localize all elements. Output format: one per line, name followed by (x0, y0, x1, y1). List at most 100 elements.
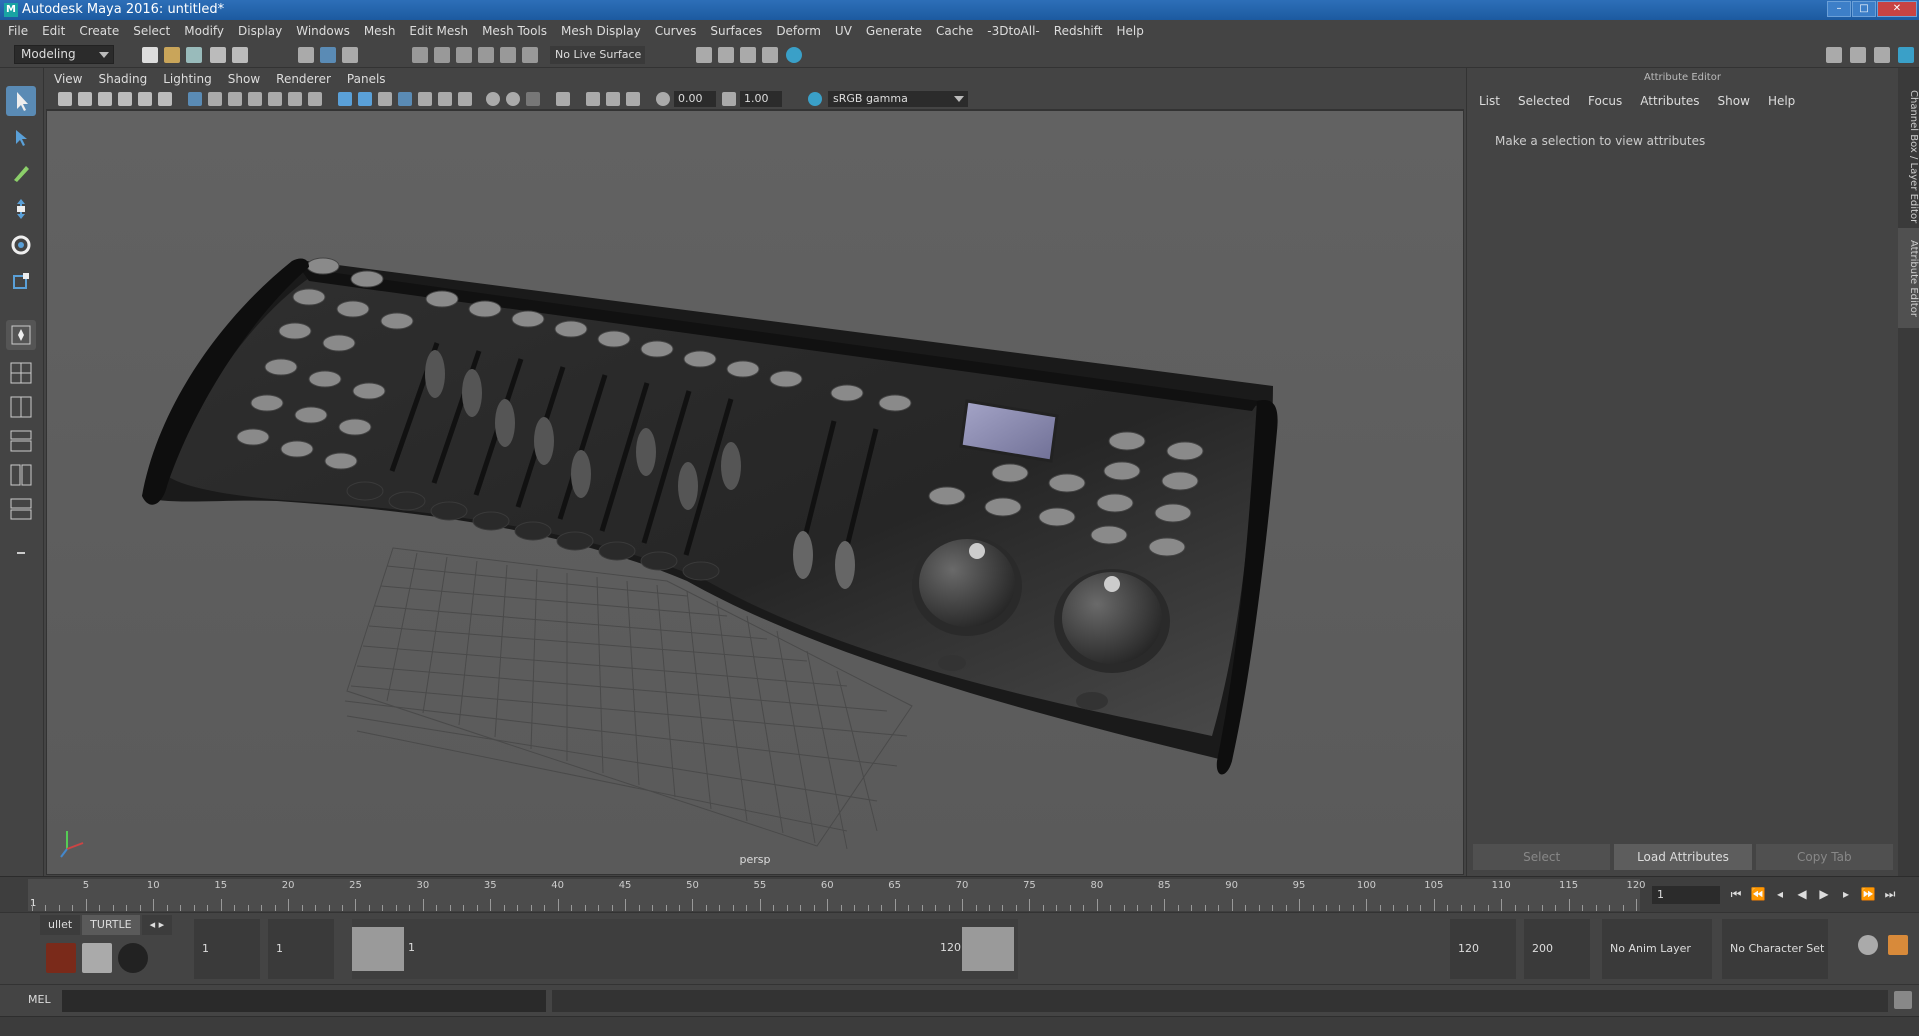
gate-mask-icon[interactable] (248, 92, 262, 106)
shelf-tab-turtle[interactable]: TURTLE (82, 915, 140, 935)
viewport-menu-lighting[interactable]: Lighting (163, 72, 212, 86)
rotate-tool-icon[interactable] (6, 230, 36, 260)
field-chart-icon[interactable] (268, 92, 282, 106)
go-to-start-icon[interactable]: ⏮ (1728, 886, 1744, 902)
sphere-icon[interactable] (118, 943, 148, 973)
snap-grid-icon[interactable] (412, 47, 428, 63)
animation-end-field[interactable]: 200 (1524, 919, 1590, 979)
live-surface-field[interactable]: No Live Surface (550, 46, 645, 64)
film-gate-icon[interactable] (208, 92, 222, 106)
menu-generate[interactable]: Generate (866, 24, 930, 38)
menu-mesh-tools[interactable]: Mesh Tools (482, 24, 555, 38)
fire-effect-icon[interactable] (46, 943, 76, 973)
shelf-scroll-icon[interactable]: ◂ ▸ (141, 915, 173, 935)
shadows-icon[interactable] (458, 92, 472, 106)
render-frame-icon[interactable] (718, 47, 734, 63)
command-language-label[interactable]: MEL (28, 993, 51, 1006)
layout-single-icon[interactable] (6, 358, 36, 388)
motion-blur-icon[interactable] (506, 92, 520, 106)
menu-file[interactable]: File (8, 24, 36, 38)
ae-menu-selected[interactable]: Selected (1518, 94, 1570, 108)
color-management-icon[interactable] (808, 92, 822, 106)
layout-graph-icon[interactable] (6, 460, 36, 490)
viewport-menu-show[interactable]: Show (228, 72, 260, 86)
anti-aliasing-icon[interactable] (526, 92, 540, 106)
default-material-icon[interactable] (378, 92, 392, 106)
ae-menu-attributes[interactable]: Attributes (1640, 94, 1699, 108)
ae-menu-list[interactable]: List (1479, 94, 1500, 108)
render-settings-icon[interactable] (762, 47, 778, 63)
animation-start-field[interactable]: 1 (194, 919, 260, 979)
playback-start-field[interactable]: 1 (268, 919, 334, 979)
image-plane-icon[interactable] (118, 92, 132, 106)
playback-end-field[interactable]: 120 (1450, 919, 1516, 979)
menu-help[interactable]: Help (1116, 24, 1151, 38)
tool-settings-icon[interactable] (1874, 47, 1890, 63)
attribute-editor-toggle-icon[interactable] (1850, 47, 1866, 63)
viewport-menu-shading[interactable]: Shading (98, 72, 147, 86)
open-scene-icon[interactable] (164, 47, 180, 63)
xray-joints-icon[interactable] (606, 92, 620, 106)
select-tool-icon[interactable] (6, 86, 36, 116)
channel-box-tab[interactable]: Channel Box / Layer Editor (1898, 82, 1919, 232)
save-scene-icon[interactable] (186, 47, 202, 63)
viewport-menu-panels[interactable]: Panels (347, 72, 386, 86)
menu-modify[interactable]: Modify (184, 24, 232, 38)
select-object-icon[interactable] (320, 47, 336, 63)
time-slider-track[interactable]: 1 5 10 15 20 25 30 35 40 45 50 55 60 65 70 75 80 85 90 95 1… (28, 879, 1646, 911)
paint-select-tool-icon[interactable] (6, 158, 36, 188)
textured-icon[interactable] (418, 92, 432, 106)
menu-cache[interactable]: Cache (936, 24, 981, 38)
ipr-render-icon[interactable] (740, 47, 756, 63)
step-forward-key-icon[interactable]: ⏩ (1860, 886, 1876, 902)
xray-icon[interactable] (586, 92, 600, 106)
minimize-button[interactable]: – (1827, 1, 1851, 17)
two-d-pan-icon[interactable] (138, 92, 152, 106)
view-transform-select[interactable]: sRGB gamma (828, 91, 968, 107)
range-start-handle[interactable] (352, 927, 404, 971)
command-input[interactable] (62, 990, 546, 1012)
step-back-frame-icon[interactable]: ◂ (1772, 886, 1788, 902)
select-component-icon[interactable] (342, 47, 358, 63)
channel-box-toggle-icon[interactable] (1898, 47, 1914, 63)
wireframe-on-shaded-icon[interactable] (398, 92, 412, 106)
viewport-menu-renderer[interactable]: Renderer (276, 72, 331, 86)
close-button[interactable]: ✕ (1877, 1, 1917, 17)
exposure-icon[interactable] (656, 92, 670, 106)
bookmark-icon[interactable] (98, 92, 112, 106)
menu-windows[interactable]: Windows (296, 24, 358, 38)
snap-point-icon[interactable] (456, 47, 472, 63)
menu-deform[interactable]: Deform (776, 24, 829, 38)
grease-pencil-icon[interactable] (158, 92, 172, 106)
shelf-tab-bullet[interactable]: ullet (40, 915, 81, 935)
snap-vertex-icon[interactable] (522, 47, 538, 63)
layout-split-icon[interactable] (6, 392, 36, 422)
exposure-field[interactable]: 0.00 (674, 91, 716, 107)
redo-icon[interactable] (232, 47, 248, 63)
snap-live-icon[interactable] (500, 47, 516, 63)
step-forward-frame-icon[interactable]: ▸ (1838, 886, 1854, 902)
menu-display[interactable]: Display (238, 24, 290, 38)
gamma-icon[interactable] (722, 92, 736, 106)
new-scene-icon[interactable] (142, 47, 158, 63)
step-back-key-icon[interactable]: ⏪ (1750, 886, 1766, 902)
undo-icon[interactable] (210, 47, 226, 63)
script-editor-icon[interactable] (1894, 991, 1912, 1009)
gamma-field[interactable]: 1.00 (740, 91, 782, 107)
play-forwards-icon[interactable]: ▶ (1816, 886, 1832, 902)
menu-3dtoall[interactable]: -3DtoAll- (987, 24, 1047, 38)
render-view-icon[interactable] (696, 47, 712, 63)
menu-curves[interactable]: Curves (655, 24, 705, 38)
isolate-select-icon[interactable] (556, 92, 570, 106)
camera-lock-icon[interactable] (78, 92, 92, 106)
render-icon[interactable] (82, 943, 112, 973)
anim-layer-select[interactable]: No Anim Layer (1602, 919, 1712, 979)
maximize-button[interactable]: □ (1852, 1, 1876, 17)
scale-tool-icon[interactable] (6, 266, 36, 296)
menu-edit[interactable]: Edit (42, 24, 73, 38)
animation-preferences-icon[interactable] (1888, 935, 1908, 955)
menu-redshift[interactable]: Redshift (1054, 24, 1111, 38)
go-to-end-icon[interactable]: ⏭ (1882, 886, 1898, 902)
hypershade-icon[interactable] (786, 47, 802, 63)
ae-menu-show[interactable]: Show (1718, 94, 1750, 108)
